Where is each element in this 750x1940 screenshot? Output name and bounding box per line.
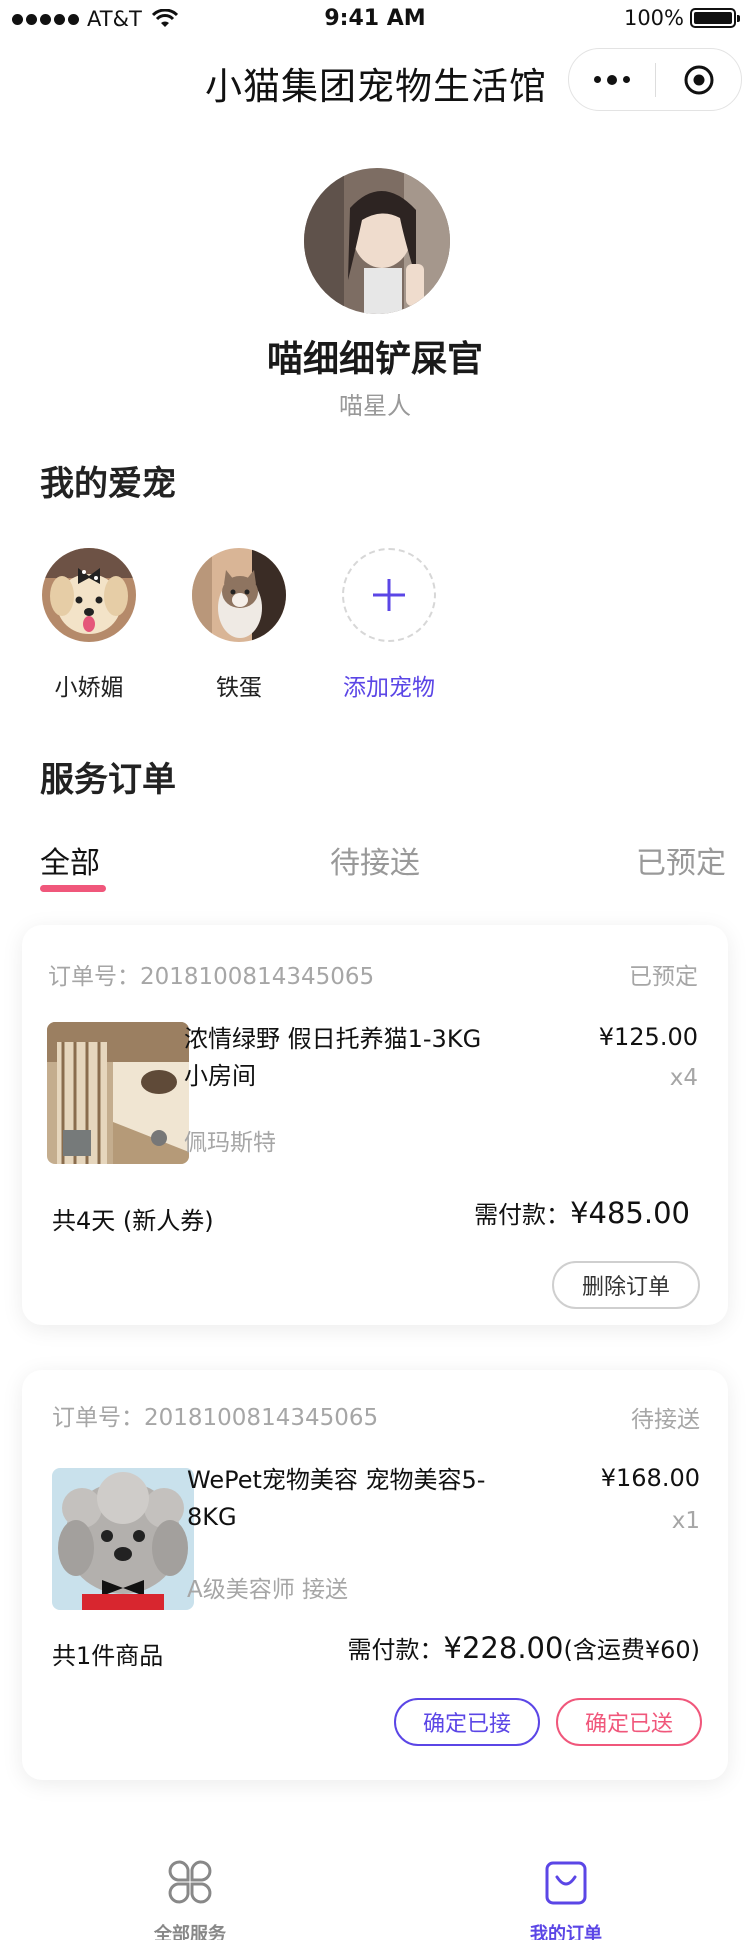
battery-label: 100% [623, 6, 684, 30]
clover-icon [168, 1860, 212, 1904]
order-summary: 共4天 (新人券) [52, 1207, 214, 1235]
add-pet-button[interactable]: 添加宠物 [339, 548, 439, 702]
total-amount: ¥228.00 [443, 1631, 564, 1665]
battery-icon [690, 8, 740, 28]
target-icon [684, 65, 713, 94]
tab-pending-transfer[interactable]: 待接送 [330, 838, 420, 882]
order-total: 需付款：¥485.00 [474, 1195, 690, 1230]
total-label: 需付款： [347, 1636, 444, 1664]
page: AT&T 9:41 AM 100% 小猫集团宠物生活馆 喵细细铲屎官 喵星人 我… [0, 0, 750, 1940]
tab-my-orders[interactable]: 我的订单 [476, 1858, 656, 1940]
pet-item[interactable]: 铁蛋 [189, 548, 289, 702]
status-bar: AT&T 9:41 AM 100% [0, 0, 750, 40]
product-image[interactable] [52, 1468, 194, 1610]
tab-label: 全部服务 [154, 1924, 226, 1940]
order-card[interactable]: 订单号：2018100814345065 待接送 WePet宠物美容 宠物美容5… [22, 1370, 728, 1780]
quantity: x4 [669, 1065, 698, 1091]
close-button[interactable] [656, 49, 741, 110]
tab-label: 我的订单 [530, 1924, 602, 1940]
product-image[interactable] [47, 1022, 189, 1164]
total-amount: ¥485.00 [570, 1196, 690, 1230]
status-right: 100% [623, 6, 740, 30]
order-status: 待接送 [631, 1407, 700, 1433]
plus-icon [373, 579, 405, 611]
quantity: x1 [671, 1508, 700, 1534]
add-pet-label: 添加宠物 [343, 675, 435, 701]
shopping-bag-icon [545, 1861, 587, 1905]
order-total: 需付款：¥228.00(含运费¥60) [348, 1630, 700, 1665]
tab-all[interactable]: 全部 [40, 838, 100, 882]
product-title[interactable]: 浓情绿野 假日托养猫1-3KG小房间 [184, 1021, 484, 1095]
order-number: 订单号：2018100814345065 [52, 1405, 379, 1431]
user-tag: 喵星人 [339, 392, 411, 420]
orders-section-title: 服务订单 [40, 760, 176, 800]
tab-all-services[interactable]: 全部服务 [100, 1858, 280, 1940]
product-title[interactable]: WePet宠物美容 宠物美容5-8KG [187, 1462, 487, 1536]
total-label: 需付款： [474, 1201, 571, 1229]
pet-item[interactable]: 小娇媚 [39, 548, 139, 702]
confirm-delivered-button[interactable]: 确定已送 [556, 1698, 702, 1746]
total-note: (含运费¥60) [563, 1636, 700, 1664]
order-summary: 共1件商品 [52, 1642, 164, 1670]
product-subtitle: 佩玛斯特 [184, 1130, 276, 1156]
tab-reserved[interactable]: 已预定 [636, 838, 726, 882]
pet-avatar [192, 548, 286, 642]
page-title: 小猫集团宠物生活馆 [205, 65, 547, 108]
active-tab-indicator [40, 885, 106, 892]
mini-program-capsule [568, 48, 742, 111]
pet-avatar [42, 548, 136, 642]
add-pet-circle [342, 548, 436, 642]
pets-section-title: 我的爱宠 [40, 464, 176, 504]
confirm-picked-up-button[interactable]: 确定已接 [394, 1698, 540, 1746]
avatar[interactable] [304, 168, 450, 314]
order-number: 订单号：2018100814345065 [48, 964, 375, 990]
unit-price: ¥168.00 [600, 1464, 700, 1492]
order-card[interactable]: 订单号：2018100814345065 已预定 浓情绿野 假日托养猫1-3KG… [22, 925, 728, 1325]
order-status: 已预定 [629, 964, 698, 990]
more-button[interactable] [569, 49, 655, 110]
pet-name: 小娇媚 [54, 675, 124, 701]
unit-price: ¥125.00 [598, 1023, 698, 1051]
pet-name: 铁蛋 [216, 675, 262, 701]
product-subtitle: A级美容师 接送 [187, 1577, 349, 1603]
user-name: 喵细细铲屎官 [266, 339, 483, 380]
delete-order-button[interactable]: 删除订单 [552, 1261, 700, 1309]
